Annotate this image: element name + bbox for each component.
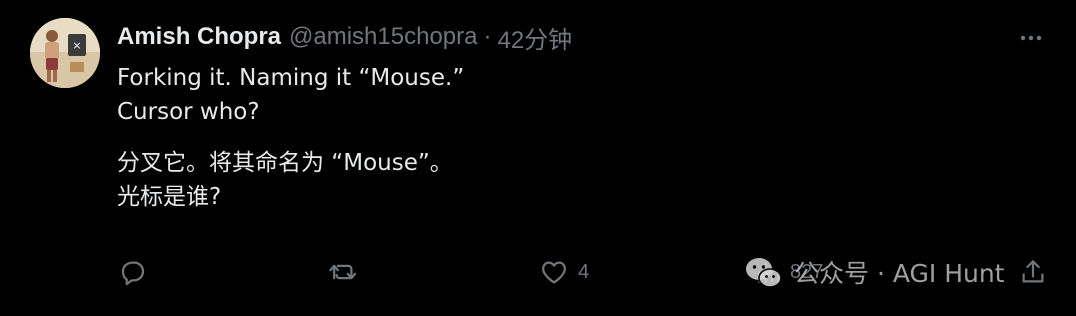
more-icon	[1020, 35, 1042, 41]
more-button[interactable]	[1014, 24, 1048, 52]
display-name[interactable]: Amish Chopra	[117, 23, 281, 51]
tweet-text-line: 光标是谁?	[117, 184, 222, 210]
wechat-icon	[746, 258, 782, 288]
like-count: 4	[578, 260, 590, 283]
retweet-button[interactable]	[328, 254, 368, 290]
reply-button[interactable]	[118, 254, 156, 290]
reply-icon	[121, 261, 145, 286]
watermark: 公众号 · AGI Hunt	[742, 250, 1052, 294]
tweet[interactable]: × Amish Chopra @amish15chopra · 42分钟 For…	[0, 0, 1076, 316]
tweet-text-line: Forking it. Naming it “Mouse.”	[117, 65, 465, 91]
avatar-image: ×	[30, 18, 100, 88]
user-handle[interactable]: @amish15chopra	[289, 23, 477, 51]
tweet-text-line: Cursor who?	[117, 99, 260, 125]
retweet-icon	[329, 264, 357, 280]
like-icon	[542, 261, 566, 284]
timestamp[interactable]: 42分钟	[497, 20, 572, 55]
avatar[interactable]: ×	[30, 18, 100, 88]
svg-text:×: ×	[72, 39, 81, 52]
watermark-text: 公众号 · AGI Hunt	[794, 259, 1005, 288]
like-button[interactable]: 4	[538, 254, 589, 290]
header-separator: ·	[483, 23, 492, 50]
tweet-text-line: 分叉它。将其命名为 “Mouse”。	[117, 150, 453, 176]
tweet-header: Amish Chopra @amish15chopra · 42分钟	[117, 20, 572, 54]
